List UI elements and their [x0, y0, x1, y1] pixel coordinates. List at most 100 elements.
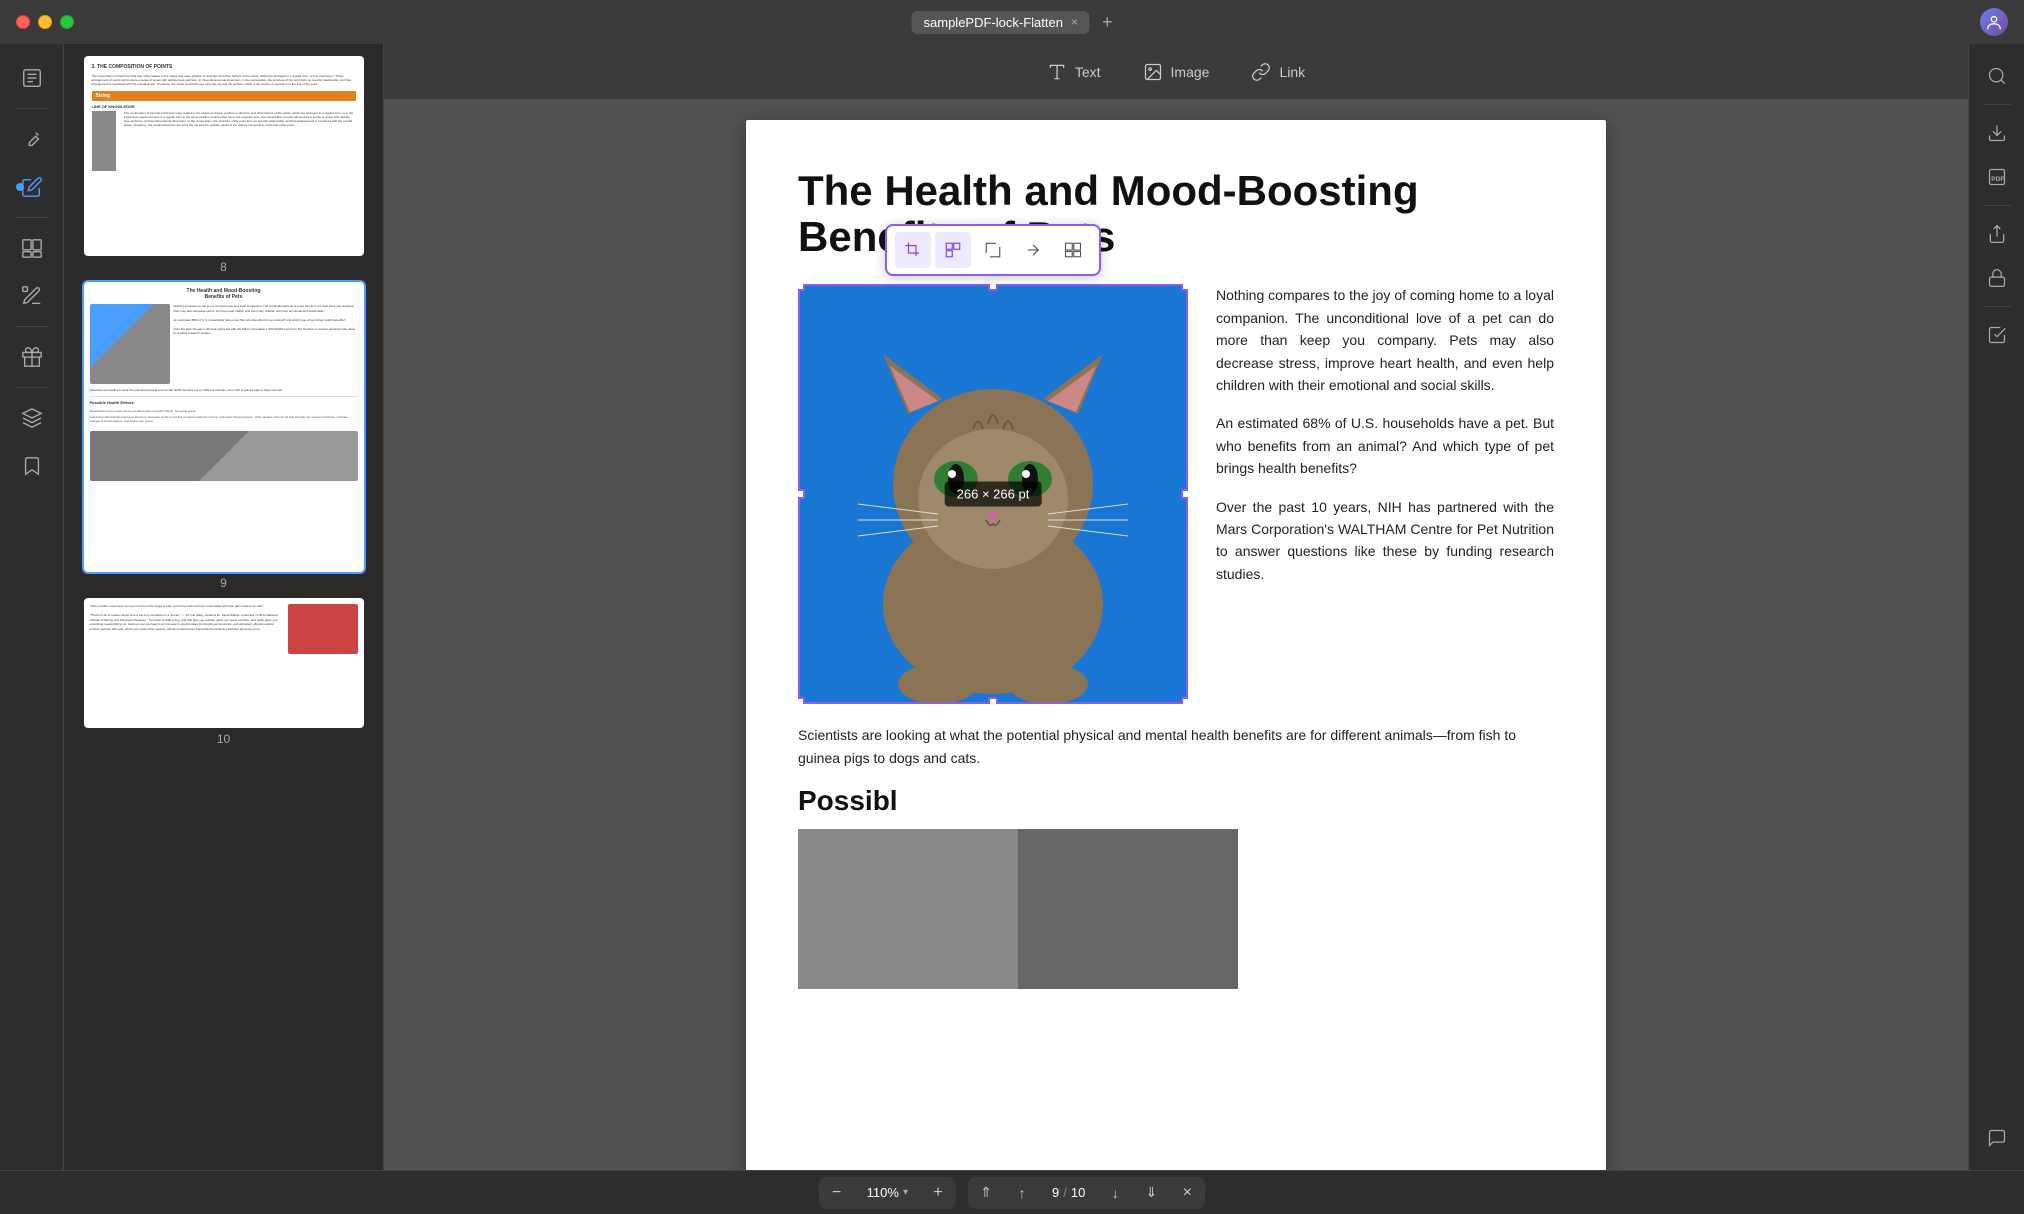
thumbnail-page-10[interactable]: "NIH is health, responses surveys to fin… — [76, 598, 371, 746]
image-crop-button[interactable] — [895, 232, 931, 268]
text-tool-button[interactable]: Text — [1027, 54, 1121, 90]
zoom-dropdown-icon[interactable]: ▾ — [903, 1187, 908, 1198]
pdf-bottom-row — [798, 829, 1554, 989]
image-tool-button[interactable]: Image — [1123, 54, 1230, 90]
thumb-9-cat-image — [90, 304, 170, 384]
page-next-button[interactable]: ↓ — [1097, 1177, 1133, 1209]
bottom-image-svg — [798, 829, 1238, 989]
search-button[interactable] — [1977, 56, 2017, 96]
titlebar-center: samplePDF-lock-Flatten × + — [912, 11, 1113, 34]
close-window-button[interactable] — [16, 15, 30, 29]
thumb-8-orange-label: String — [92, 91, 356, 101]
main-area: Text Image Link The Health and Mood-Boos… — [384, 44, 1968, 1170]
pdf-section-title: Possibl — [798, 785, 1554, 817]
thumb-9-health-section: Possible Health Effects — [90, 396, 358, 405]
pdf-page-9: The Health and Mood-Boosting Benefits of… — [746, 120, 1606, 1170]
pdf-a-button[interactable]: PDF — [1977, 157, 2017, 197]
image-tool-label: Image — [1171, 64, 1210, 80]
thumbnail-page-8[interactable]: 3. THE COMPOSITION OF POINTS The composi… — [76, 56, 371, 274]
image-selection-container[interactable]: 266 × 266 pt — [798, 284, 1188, 704]
zoom-control: − 110% ▾ + — [819, 1177, 956, 1209]
page-display: 9 / 10 — [1040, 1185, 1097, 1200]
sidebar-divider-1 — [16, 108, 48, 109]
cat-image[interactable]: 266 × 266 pt — [798, 284, 1188, 704]
image-arrow-button[interactable] — [1015, 232, 1051, 268]
page-last-button[interactable]: ⇓ — [1133, 1177, 1169, 1209]
traffic-lights — [16, 15, 74, 29]
sidebar-active-indicator — [16, 183, 24, 191]
right-divider-3 — [1983, 306, 2011, 307]
thumb-9-health-line-2: Interacting with animals has been shown … — [90, 415, 358, 423]
page-nav-close-button[interactable]: × — [1169, 1177, 1205, 1209]
image-dimensions-badge: 266 × 266 pt — [945, 482, 1042, 507]
thumb-9-title: The Health and Mood-BoostingBenefits of … — [90, 288, 358, 300]
zoom-in-button[interactable]: + — [920, 1177, 956, 1209]
thumb-9-dog-image-row — [90, 427, 358, 481]
sidebar-item-bookmark[interactable] — [10, 444, 54, 488]
image-layout-button[interactable] — [1055, 232, 1091, 268]
svg-text:PDF: PDF — [1991, 176, 2004, 183]
thumb-8-title: 3. THE COMPOSITION OF POINTS — [92, 64, 356, 70]
link-tool-button[interactable]: Link — [1231, 54, 1325, 90]
pdf-bottom-image — [798, 829, 1238, 989]
thumbnail-panel: 3. THE COMPOSITION OF POINTS The composi… — [64, 44, 384, 1170]
top-toolbar: Text Image Link — [384, 44, 1968, 100]
sidebar-divider-3 — [16, 326, 48, 327]
thumb-9-health-line-1: Researchers have noted mixed overall res… — [90, 409, 358, 413]
pdf-canvas: The Health and Mood-Boosting Benefits of… — [384, 100, 1968, 1170]
lock-button[interactable] — [1977, 258, 2017, 298]
thumb-8-number: 8 — [220, 260, 227, 274]
right-divider-1 — [1983, 104, 2011, 105]
sidebar-item-edit[interactable] — [10, 165, 54, 209]
thumb-9-main: Nothing compares to the joy of coming ho… — [90, 304, 358, 384]
thumb-9-number: 9 — [220, 576, 227, 590]
page-prev-button[interactable]: ↑ — [1004, 1177, 1040, 1209]
image-fit-button[interactable] — [935, 232, 971, 268]
comment-button[interactable] — [1977, 1118, 2017, 1158]
right-divider-2 — [1983, 205, 2011, 206]
pdf-paragraph-2: An estimated 68% of U.S. households have… — [1216, 412, 1554, 479]
user-avatar[interactable] — [1980, 8, 2008, 36]
share-button[interactable] — [1977, 214, 2017, 254]
download-button[interactable] — [1977, 113, 2017, 153]
tab-title: samplePDF-lock-Flatten — [924, 15, 1063, 30]
left-sidebar — [0, 44, 64, 1170]
thumb-8-img-row: The composition of internal points has m… — [92, 111, 356, 175]
thumb-8-intro: The composition of internal points has m… — [92, 74, 356, 87]
pdf-paragraph-2-text: An estimated 68% of U.S. households have… — [1216, 415, 1554, 476]
thumb-9-dogs-image — [90, 431, 358, 481]
image-float-toolbar — [885, 224, 1101, 276]
thumb-9-bottom-text: Scientists are looking at what the poten… — [90, 388, 358, 392]
link-tool-label: Link — [1279, 64, 1305, 80]
thumb-10-number: 10 — [217, 732, 230, 746]
zoom-out-button[interactable]: − — [819, 1177, 855, 1209]
thumb-8-page: 3. THE COMPOSITION OF POINTS The composi… — [84, 56, 364, 256]
thumbnail-page-9[interactable]: The Health and Mood-BoostingBenefits of … — [76, 282, 371, 590]
thumb-8-body-text: The composition of internal points has m… — [124, 111, 356, 175]
page-first-button[interactable]: ⇑ — [968, 1177, 1004, 1209]
check-button[interactable] — [1977, 315, 2017, 355]
pdf-paragraph-1: Nothing compares to the joy of coming ho… — [1216, 284, 1554, 396]
pdf-section-title-text: Possibl — [798, 785, 898, 816]
active-tab[interactable]: samplePDF-lock-Flatten × — [912, 11, 1090, 34]
tab-close-button[interactable]: × — [1071, 15, 1078, 29]
page-separator: / — [1063, 1185, 1067, 1200]
bottom-bar: − 110% ▾ + ⇑ ↑ 9 / 10 ↓ ⇓ × — [0, 1170, 2024, 1214]
pdf-bottom-text: Scientists are looking at what the poten… — [798, 724, 1554, 769]
thumb-8-image — [92, 111, 116, 171]
sidebar-item-notes[interactable] — [10, 56, 54, 100]
thumb-10-page: "NIH is health, responses surveys to fin… — [84, 598, 364, 728]
thumb-9-page: The Health and Mood-BoostingBenefits of … — [84, 282, 364, 572]
image-crop2-button[interactable] — [975, 232, 1011, 268]
pdf-paragraph-3-text: Over the past 10 years, NIH has partnere… — [1216, 499, 1554, 582]
new-tab-button[interactable]: + — [1102, 12, 1113, 33]
sidebar-item-annotate[interactable] — [10, 274, 54, 318]
toolbar-group: Text Image Link — [1027, 54, 1325, 90]
sidebar-item-gift[interactable] — [10, 335, 54, 379]
sidebar-item-pen[interactable] — [10, 117, 54, 161]
sidebar-item-layers[interactable] — [10, 396, 54, 440]
sidebar-item-pages[interactable] — [10, 226, 54, 270]
maximize-window-button[interactable] — [60, 15, 74, 29]
minimize-window-button[interactable] — [38, 15, 52, 29]
pdf-paragraph-1-text: Nothing compares to the joy of coming ho… — [1216, 287, 1554, 393]
